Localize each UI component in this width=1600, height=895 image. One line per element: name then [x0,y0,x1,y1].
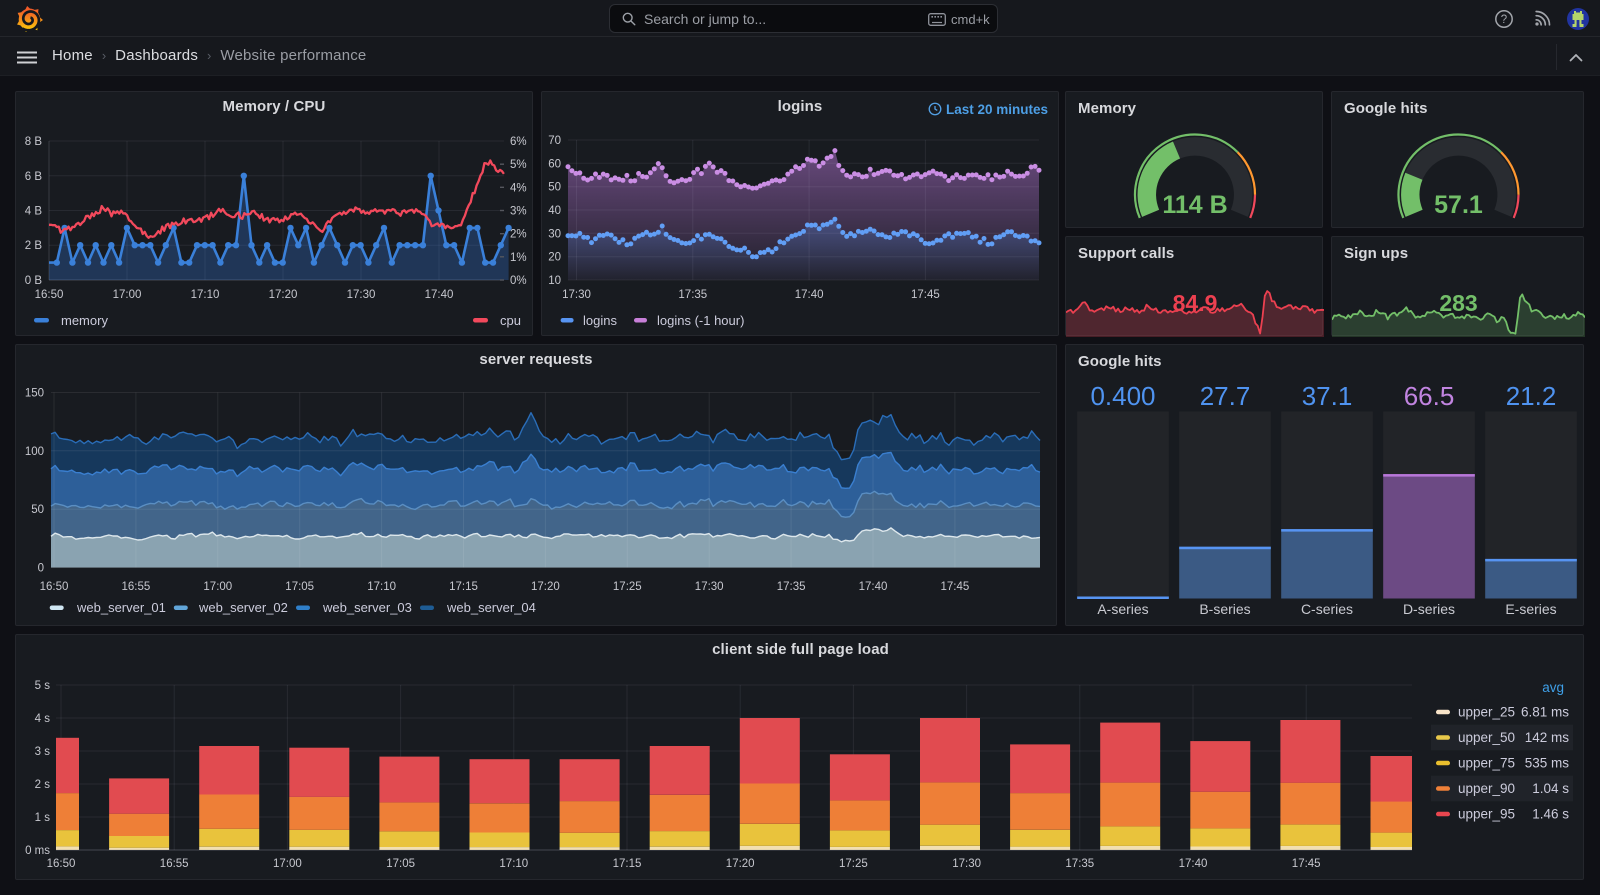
svg-text:17:40: 17:40 [795,289,824,301]
svg-text:17:30: 17:30 [562,289,591,301]
svg-text:memory: memory [61,313,108,328]
svg-text:283: 283 [1439,290,1477,316]
svg-text:17:45: 17:45 [911,289,940,301]
svg-text:0.400: 0.400 [1090,381,1155,411]
svg-text:0: 0 [38,563,44,575]
svg-text:40: 40 [548,205,561,217]
svg-text:4 B: 4 B [25,206,43,218]
svg-text:17:15: 17:15 [613,858,642,870]
svg-text:17:35: 17:35 [1065,858,1094,870]
svg-text:upper_95: upper_95 [1458,807,1515,822]
svg-text:17:35: 17:35 [777,581,806,593]
svg-text:upper_50: upper_50 [1458,730,1515,745]
svg-text:17:00: 17:00 [113,289,142,301]
svg-text:17:10: 17:10 [499,858,528,870]
svg-text:70: 70 [548,135,561,147]
svg-text:100: 100 [25,446,44,458]
svg-text:17:20: 17:20 [531,581,560,593]
svg-text:17:25: 17:25 [839,858,868,870]
svg-text:logins: logins [583,313,617,328]
svg-text:84.9: 84.9 [1173,290,1218,316]
svg-text:16:55: 16:55 [122,581,151,593]
svg-text:17:05: 17:05 [386,858,415,870]
svg-text:17:40: 17:40 [859,581,888,593]
svg-text:logins (-1 hour): logins (-1 hour) [657,313,744,328]
svg-text:1.04 s: 1.04 s [1532,781,1569,796]
svg-text:27.7: 27.7 [1200,381,1251,411]
svg-text:2 B: 2 B [25,240,43,252]
svg-text:17:20: 17:20 [269,289,298,301]
svg-text:6.81 ms: 6.81 ms [1521,705,1569,720]
svg-text:upper_90: upper_90 [1458,781,1515,796]
svg-text:17:00: 17:00 [273,858,302,870]
svg-text:C-series: C-series [1301,601,1353,617]
svg-text:2 s: 2 s [35,779,51,791]
svg-text:17:05: 17:05 [285,581,314,593]
svg-text:535 ms: 535 ms [1525,756,1570,771]
svg-text:6%: 6% [510,136,527,148]
svg-text:avg: avg [1542,680,1564,695]
svg-text:17:30: 17:30 [347,289,376,301]
svg-text:0%: 0% [510,275,527,287]
svg-text:web_server_03: web_server_03 [322,600,412,615]
svg-text:upper_75: upper_75 [1458,756,1515,771]
svg-text:6 B: 6 B [25,171,43,183]
svg-text:17:00: 17:00 [203,581,232,593]
svg-text:114 B: 114 B [1162,191,1227,219]
svg-text:web_server_01: web_server_01 [76,600,166,615]
svg-text:D-series: D-series [1403,601,1455,617]
svg-text:4 s: 4 s [35,713,51,725]
svg-text:0 ms: 0 ms [25,845,50,857]
svg-text:A-series: A-series [1097,601,1148,617]
svg-text:cpu: cpu [500,313,521,328]
svg-text:17:45: 17:45 [941,581,970,593]
svg-text:8 B: 8 B [25,136,43,148]
svg-text:5%: 5% [510,159,527,171]
svg-text:17:30: 17:30 [952,858,981,870]
svg-text:17:40: 17:40 [425,289,454,301]
svg-text:upper_25: upper_25 [1458,705,1515,720]
svg-text:web_server_04: web_server_04 [446,600,536,615]
svg-text:66.5: 66.5 [1404,381,1455,411]
svg-text:16:50: 16:50 [40,581,69,593]
svg-text:4%: 4% [510,182,527,194]
svg-text:142 ms: 142 ms [1525,730,1570,745]
svg-text:150: 150 [25,388,44,400]
svg-text:2%: 2% [510,229,527,241]
svg-text:1 s: 1 s [35,812,51,824]
svg-text:17:25: 17:25 [613,581,642,593]
svg-text:17:20: 17:20 [726,858,755,870]
svg-text:?: ? [1501,14,1507,26]
svg-text:17:10: 17:10 [367,581,396,593]
svg-text:3%: 3% [510,206,527,218]
svg-text:30: 30 [548,228,561,240]
svg-text:50: 50 [31,504,44,516]
svg-text:17:40: 17:40 [1179,858,1208,870]
svg-text:B-series: B-series [1199,601,1250,617]
svg-text:21.2: 21.2 [1506,381,1557,411]
svg-text:16:55: 16:55 [160,858,189,870]
svg-text:16:50: 16:50 [35,289,64,301]
svg-text:17:45: 17:45 [1292,858,1321,870]
svg-text:17:10: 17:10 [191,289,220,301]
svg-text:1%: 1% [510,252,527,264]
svg-text:17:30: 17:30 [695,581,724,593]
svg-text:60: 60 [548,158,561,170]
svg-text:16:50: 16:50 [47,858,76,870]
svg-text:E-series: E-series [1505,601,1556,617]
svg-text:3 s: 3 s [35,746,51,758]
svg-text:20: 20 [548,252,561,264]
svg-text:37.1: 37.1 [1302,381,1353,411]
svg-text:10: 10 [548,275,561,287]
svg-text:57.1: 57.1 [1434,191,1483,219]
svg-text:1.46 s: 1.46 s [1532,807,1569,822]
svg-text:web_server_02: web_server_02 [198,600,288,615]
svg-text:17:15: 17:15 [449,581,478,593]
svg-text:5 s: 5 s [35,680,51,692]
svg-text:50: 50 [548,182,561,194]
svg-text:17:35: 17:35 [678,289,707,301]
svg-text:0 B: 0 B [25,275,43,287]
